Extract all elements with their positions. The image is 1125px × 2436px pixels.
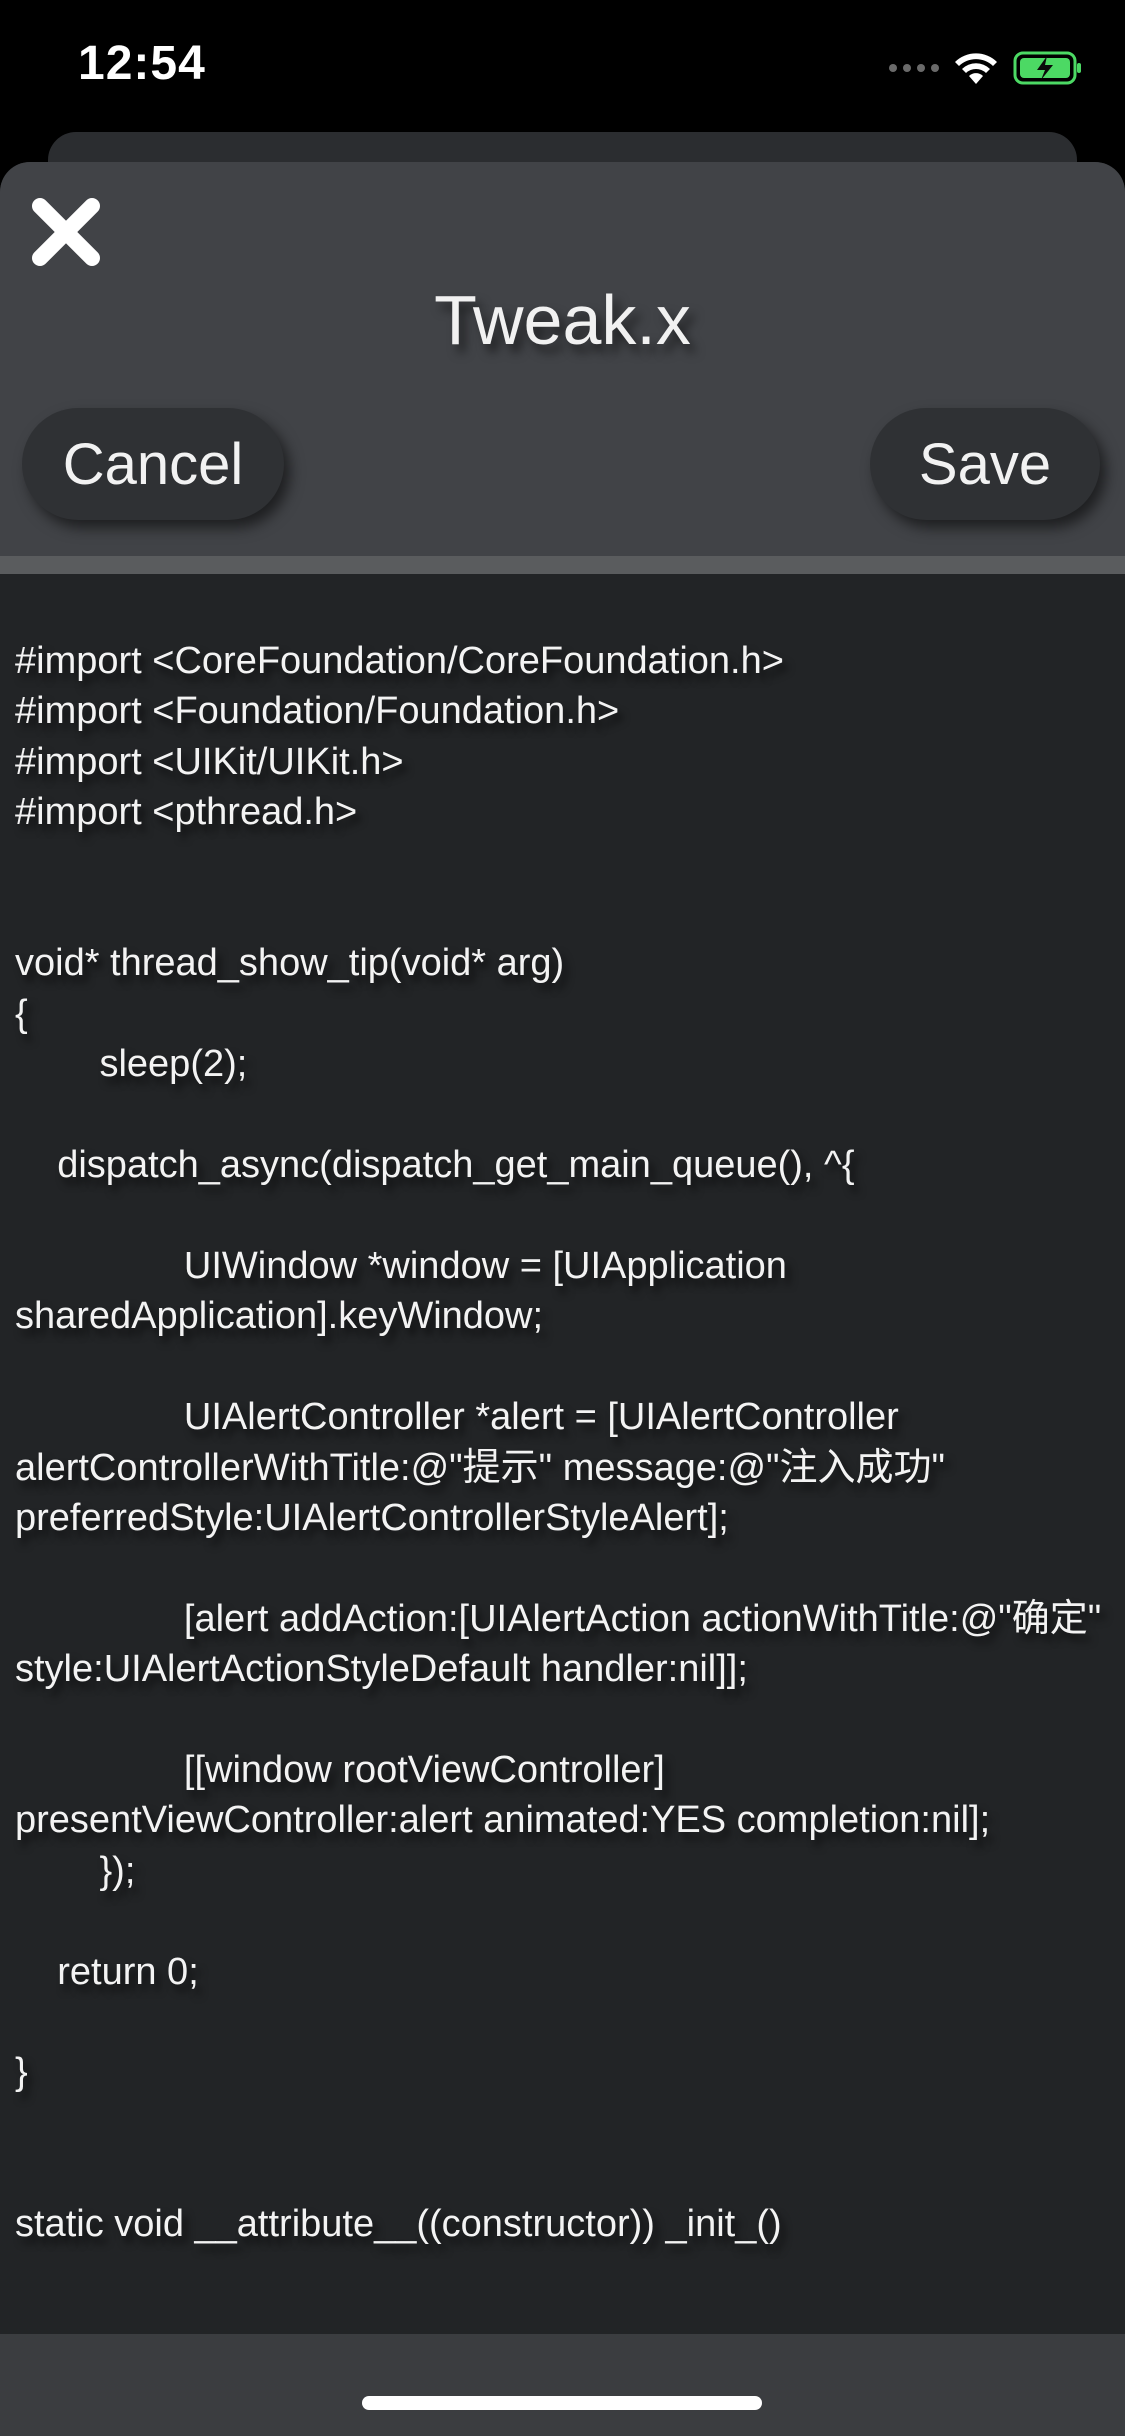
close-button[interactable] <box>24 190 108 274</box>
status-icons <box>889 48 1085 88</box>
cellular-signal-icon <box>889 64 939 72</box>
battery-charging-icon <box>1013 51 1081 85</box>
home-indicator[interactable] <box>362 2396 762 2410</box>
wifi-icon <box>955 53 997 84</box>
status-time: 12:54 <box>78 37 206 90</box>
status-bar: 12:54 <box>0 0 1125 140</box>
code-editor[interactable]: #import <CoreFoundation/CoreFoundation.h… <box>0 574 1125 2436</box>
close-icon <box>32 198 100 266</box>
header-divider <box>0 556 1125 574</box>
code-text[interactable]: #import <CoreFoundation/CoreFoundation.h… <box>15 636 1105 2249</box>
editor-modal: Tweak.x Cancel Save #import <CoreFoundat… <box>0 162 1125 2436</box>
bottom-bar <box>0 2334 1125 2436</box>
file-title: Tweak.x <box>434 281 691 359</box>
cancel-button[interactable]: Cancel <box>22 408 284 520</box>
save-button[interactable]: Save <box>870 408 1100 520</box>
editor-header: Tweak.x Cancel Save <box>0 162 1125 556</box>
